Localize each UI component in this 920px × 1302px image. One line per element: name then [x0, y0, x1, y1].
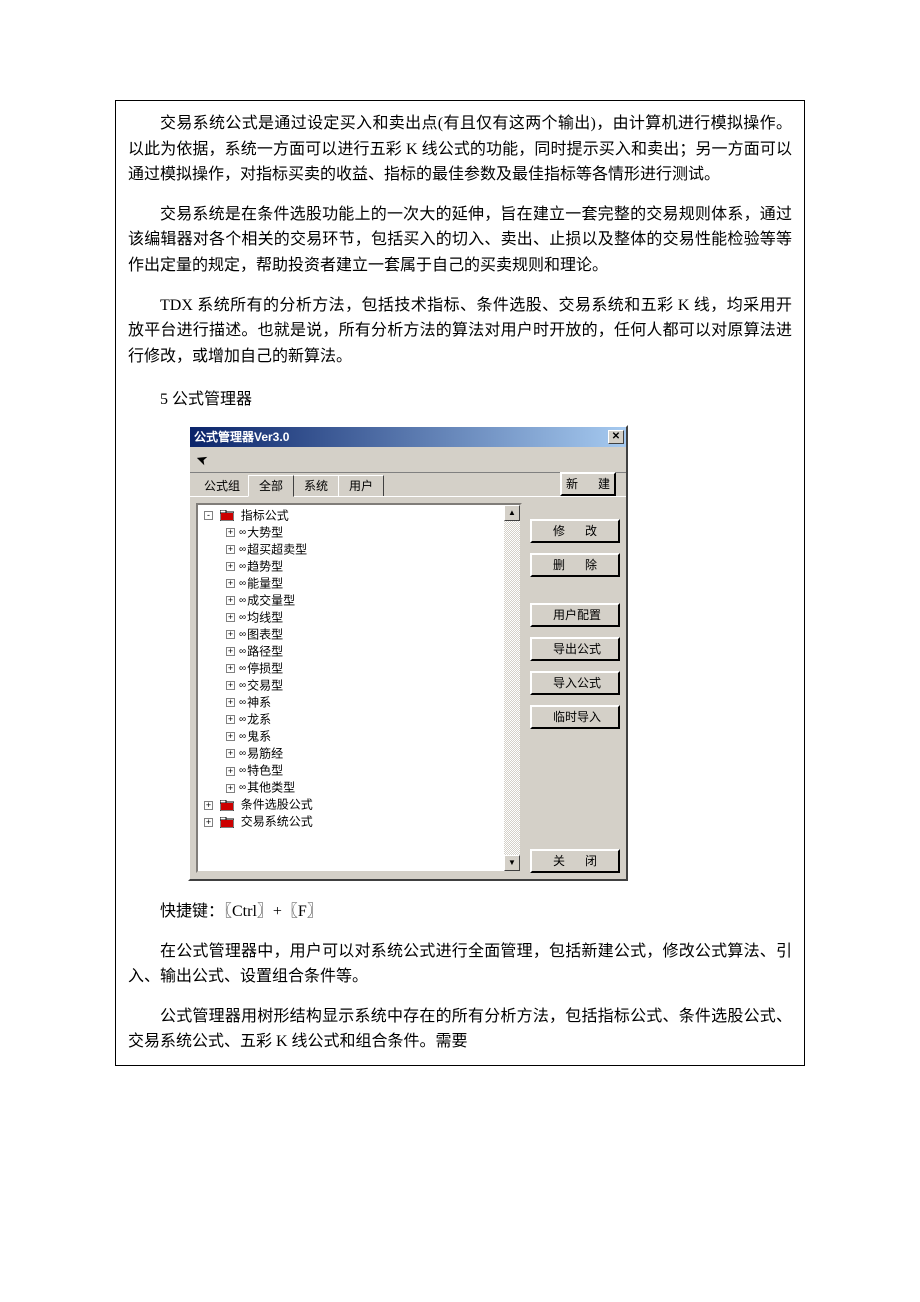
scroll-track[interactable]	[504, 521, 520, 855]
folder-icon	[220, 510, 234, 521]
link-icon: ∞	[239, 782, 244, 794]
expand-icon[interactable]: +	[226, 732, 235, 741]
folder-icon	[220, 817, 234, 828]
expand-icon[interactable]: +	[226, 562, 235, 571]
document-page: 交易系统公式是通过设定买入和卖出点(有且仅有这两个输出)，由计算机进行模拟操作。…	[0, 0, 920, 1106]
close-icon[interactable]: ✕	[608, 430, 624, 444]
tree-item[interactable]: +∞均线型	[200, 609, 520, 626]
dialog-toolbar: ➤	[190, 447, 626, 473]
tree-item[interactable]: +∞成交量型	[200, 592, 520, 609]
expand-icon[interactable]: +	[226, 613, 235, 622]
content-frame: 交易系统公式是通过设定买入和卖出点(有且仅有这两个输出)，由计算机进行模拟操作。…	[115, 100, 805, 1066]
expand-icon[interactable]: +	[226, 647, 235, 656]
paragraph-5: 在公式管理器中，用户可以对系统公式进行全面管理，包括新建公式，修改公式算法、引入…	[128, 939, 792, 990]
link-icon: ∞	[239, 714, 244, 726]
tree-root-condition[interactable]: + 条件选股公式	[200, 796, 520, 813]
expand-icon[interactable]: +	[226, 698, 235, 707]
modify-button[interactable]: 修 改	[530, 519, 620, 543]
link-icon: ∞	[239, 663, 244, 675]
expand-icon[interactable]: +	[226, 767, 235, 776]
expand-icon[interactable]: +	[226, 630, 235, 639]
dialog-title: 公式管理器Ver3.0	[194, 430, 608, 444]
tab-system[interactable]: 系统	[293, 475, 339, 496]
link-icon: ∞	[239, 595, 244, 607]
expand-icon[interactable]: +	[226, 664, 235, 673]
dialog-button-column: 修 改 删 除 用户配置 导出公式 导入公式 临时导入 关 闭	[530, 503, 620, 873]
link-icon: ∞	[239, 527, 244, 539]
formula-manager-dialog: 公式管理器Ver3.0 ✕ ➤ 公式组 全部 系统 用户 新 建	[188, 425, 628, 881]
scroll-down-icon[interactable]: ▼	[504, 855, 520, 871]
expand-icon[interactable]: +	[226, 528, 235, 537]
tree-item[interactable]: +∞鬼系	[200, 728, 520, 745]
paragraph-6: 公式管理器用树形结构显示系统中存在的所有分析方法，包括指标公式、条件选股公式、交…	[128, 1004, 792, 1055]
folder-icon	[220, 800, 234, 811]
link-icon: ∞	[239, 646, 244, 658]
tree-item[interactable]: +∞图表型	[200, 626, 520, 643]
expand-icon[interactable]: +	[226, 545, 235, 554]
new-button[interactable]: 新 建	[560, 472, 616, 496]
expand-icon[interactable]: +	[226, 749, 235, 758]
link-icon: ∞	[239, 578, 244, 590]
tree-root-label: 指标公式	[241, 509, 289, 523]
tree-item[interactable]: +∞其他类型	[200, 779, 520, 796]
user-config-button[interactable]: 用户配置	[530, 603, 620, 627]
expand-icon[interactable]: +	[226, 784, 235, 793]
tree-root-trading[interactable]: + 交易系统公式	[200, 813, 520, 830]
temp-import-button[interactable]: 临时导入	[530, 705, 620, 729]
tabs-row: 公式组 全部 系统 用户 新 建	[190, 473, 626, 497]
scroll-up-icon[interactable]: ▲	[504, 505, 520, 521]
cursor-icon: ➤	[193, 450, 210, 470]
expand-icon[interactable]: +	[226, 596, 235, 605]
link-icon: ∞	[239, 765, 244, 777]
tree-item[interactable]: +∞交易型	[200, 677, 520, 694]
tree-item[interactable]: +∞大势型	[200, 524, 520, 541]
close-button[interactable]: 关 闭	[530, 849, 620, 873]
link-icon: ∞	[239, 561, 244, 573]
paragraph-3: TDX 系统所有的分析方法，包括技术指标、条件选股、交易系统和五彩 K 线，均采…	[128, 293, 792, 370]
link-icon: ∞	[239, 544, 244, 556]
link-icon: ∞	[239, 748, 244, 760]
tree-item[interactable]: +∞路径型	[200, 643, 520, 660]
link-icon: ∞	[239, 731, 244, 743]
expand-icon[interactable]: +	[204, 818, 213, 827]
link-icon: ∞	[239, 697, 244, 709]
link-icon: ∞	[239, 629, 244, 641]
paragraph-1: 交易系统公式是通过设定买入和卖出点(有且仅有这两个输出)，由计算机进行模拟操作。…	[128, 111, 792, 188]
tree-item[interactable]: +∞趋势型	[200, 558, 520, 575]
tree-item[interactable]: +∞易筋经	[200, 745, 520, 762]
link-icon: ∞	[239, 680, 244, 692]
dialog-body: - 指标公式 +∞大势型 +∞超买超卖型 +∞趋势型 +∞能量型	[190, 497, 626, 879]
tree-item[interactable]: +∞特色型	[200, 762, 520, 779]
delete-button[interactable]: 删 除	[530, 553, 620, 577]
collapse-icon[interactable]: -	[204, 511, 213, 520]
tree-scrollbar[interactable]: ▲ ▼	[504, 505, 520, 871]
import-button[interactable]: 导入公式	[530, 671, 620, 695]
dialog-titlebar: 公式管理器Ver3.0 ✕	[190, 427, 626, 447]
link-icon: ∞	[239, 612, 244, 624]
tree-root-indicator[interactable]: - 指标公式	[200, 507, 520, 524]
paragraph-shortcut: 快捷键：〖Ctrl〗+〖F〗	[128, 899, 792, 925]
section-heading: 5 公式管理器	[128, 387, 792, 413]
expand-icon[interactable]: +	[226, 715, 235, 724]
tree-item[interactable]: +∞龙系	[200, 711, 520, 728]
tab-all[interactable]: 全部	[248, 475, 294, 497]
tree-item[interactable]: +∞能量型	[200, 575, 520, 592]
tab-group-label: 公式组	[196, 476, 248, 496]
tree-item[interactable]: +∞停损型	[200, 660, 520, 677]
paragraph-2: 交易系统是在条件选股功能上的一次大的延伸，旨在建立一套完整的交易规则体系，通过该…	[128, 202, 792, 279]
export-button[interactable]: 导出公式	[530, 637, 620, 661]
tab-user[interactable]: 用户	[338, 475, 384, 496]
expand-icon[interactable]: +	[226, 579, 235, 588]
expand-icon[interactable]: +	[226, 681, 235, 690]
expand-icon[interactable]: +	[204, 801, 213, 810]
dialog-figure: 公式管理器Ver3.0 ✕ ➤ 公式组 全部 系统 用户 新 建	[188, 425, 792, 881]
tree-item[interactable]: +∞超买超卖型	[200, 541, 520, 558]
formula-tree[interactable]: - 指标公式 +∞大势型 +∞超买超卖型 +∞趋势型 +∞能量型	[196, 503, 522, 873]
tree-item[interactable]: +∞神系	[200, 694, 520, 711]
